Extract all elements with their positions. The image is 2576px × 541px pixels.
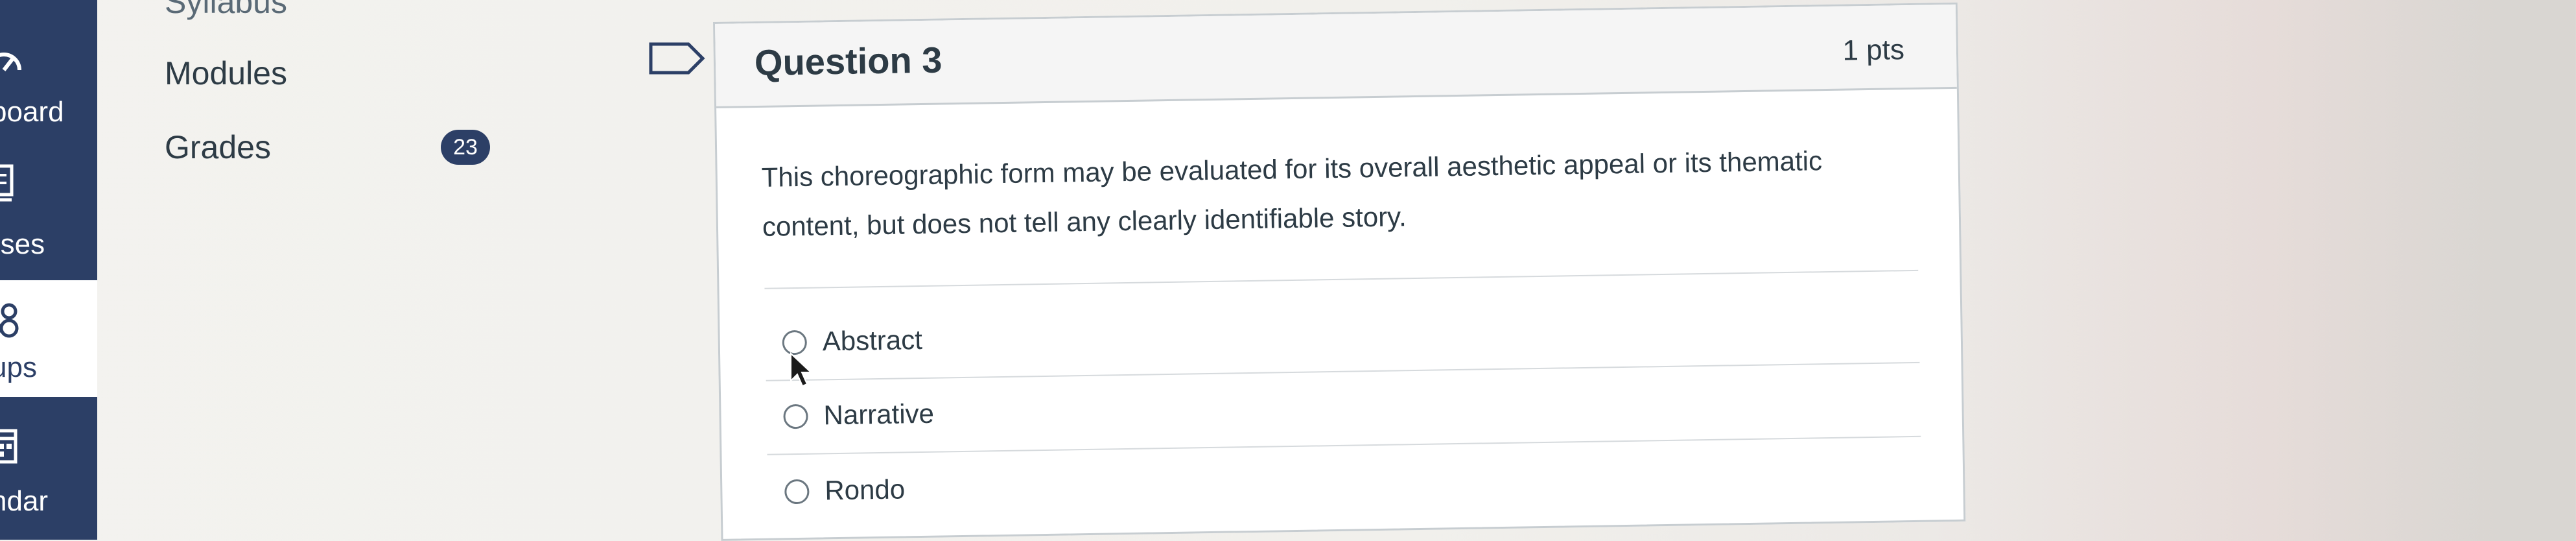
answer-radio-abstract[interactable]: [782, 330, 808, 355]
course-nav-syllabus[interactable]: Syllabus: [165, 0, 287, 21]
answer-radio-rondo[interactable]: [784, 479, 810, 505]
global-nav-groups-label: ups: [0, 352, 37, 383]
mouse-cursor-icon: [790, 352, 813, 387]
question-text: This choreographic form may be evaluated…: [761, 135, 1929, 252]
answer-option-narrative[interactable]: Narrative: [783, 382, 1886, 439]
courses-icon: [0, 164, 14, 202]
question-card: Question 3 1 pts This choreographic form…: [713, 2, 1966, 541]
answer-label-narrative: Narrative: [823, 398, 935, 431]
groups-icon: [0, 303, 19, 338]
course-nav-modules[interactable]: Modules: [165, 54, 287, 92]
question-title: Question 3: [754, 39, 943, 83]
answer-option-rondo[interactable]: Rondo: [784, 457, 1887, 514]
global-nav-groups[interactable]: ups: [0, 280, 97, 397]
global-nav-dashboard[interactable]: board: [0, 0, 97, 128]
global-nav-courses[interactable]: rses: [0, 149, 97, 266]
course-nav: Syllabus Modules Grades 23: [97, 0, 551, 540]
global-nav-calendar[interactable]: ndar: [0, 422, 97, 538]
answer-option-abstract[interactable]: Abstract: [782, 308, 1884, 365]
dashboard-icon: [0, 53, 21, 71]
grades-badge: 23: [441, 130, 490, 165]
answer-radio-narrative[interactable]: [783, 403, 808, 429]
answer-divider: [767, 435, 1921, 455]
global-nav-dashboard-label: board: [0, 96, 64, 128]
question-divider: [764, 269, 1919, 289]
answer-label-abstract: Abstract: [822, 324, 923, 357]
question-header: Question 3 1 pts: [715, 4, 1957, 108]
flag-question-icon[interactable]: [648, 40, 707, 77]
calendar-icon: [0, 429, 18, 464]
global-nav-calendar-label: ndar: [0, 485, 49, 517]
question-points: 1 pts: [1842, 34, 1905, 67]
course-nav-grades[interactable]: Grades: [165, 128, 271, 166]
answer-label-rondo: Rondo: [824, 474, 906, 506]
global-nav: board rses ups ndar: [0, 0, 97, 540]
answer-divider: [766, 361, 1920, 381]
global-nav-courses-label: rses: [0, 228, 45, 260]
